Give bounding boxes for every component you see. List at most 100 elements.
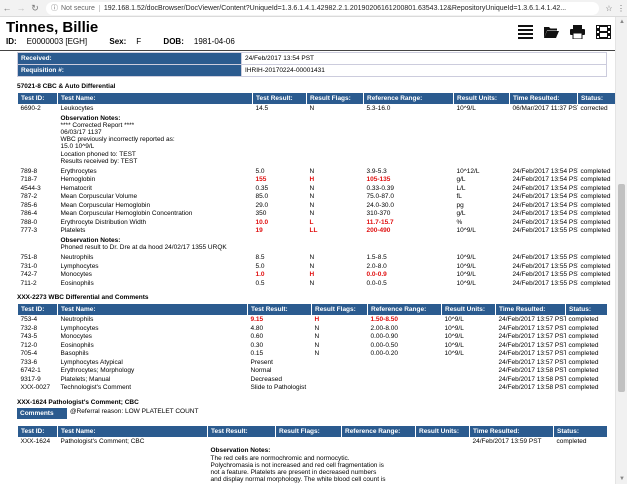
observation-notes-row: Observation Notes: The red cells are norm…	[18, 446, 608, 484]
table-row: 718-7 Hemoglobin 155 H 105-135 g/L 24/Feb/2017…	[18, 176, 618, 185]
cell-test-id: 777-3	[20, 227, 38, 235]
table-row: 788-0 Erythrocyte Distribution Width 10.0 L…	[18, 219, 618, 228]
cell-status: completed	[580, 262, 611, 270]
cell-range: 11.7-15.7	[366, 218, 394, 226]
vertical-scrollbar[interactable]: ▲ ▼	[615, 17, 627, 484]
section-title-wbc: XXX-2273 WBC Differential and Comments	[17, 294, 149, 302]
cell-range: 0.00-0.50	[370, 341, 398, 349]
cell-range: 24.0-30.0	[366, 201, 394, 209]
table-row: 4544-3 Hematocrit 0.35 N 0.33-0.39 L/L 24/Feb/…	[18, 185, 618, 194]
cell-flag	[276, 437, 342, 446]
cell-status: completed	[580, 167, 611, 175]
cell-test-id: XXX-0027	[20, 384, 51, 392]
col-range: Reference Range:	[363, 92, 454, 105]
cell-test-name: Monocytes	[60, 271, 92, 279]
back-icon[interactable]: ←	[0, 0, 14, 17]
cell-status: completed	[580, 218, 611, 226]
cell-units: 10^9/L	[456, 262, 476, 270]
cell-result: 19	[255, 227, 263, 235]
cell-range: 0.33-0.39	[366, 184, 394, 192]
cell-units	[442, 376, 496, 385]
cell-time-resulted: 24/Feb/2017 13:54 PST	[512, 210, 578, 218]
cell-time-resulted: 24/Feb/2017 13:58 PST	[498, 384, 566, 392]
reload-icon[interactable]: ↻	[28, 0, 42, 17]
folder-icon[interactable]	[544, 25, 559, 39]
cell-time-resulted: 24/Feb/2017 13:59 PST	[472, 437, 542, 445]
cell-range: 2.00-8.00	[370, 324, 398, 332]
film-icon[interactable]	[596, 25, 611, 39]
cell-time-resulted: 24/Feb/2017 13:54 PST	[512, 201, 578, 209]
cell-status: completed	[568, 341, 599, 349]
address-bar[interactable]: ⓘ Not secure 192.168.1.52/docBrowser/Doc…	[46, 1, 599, 15]
cell-range	[368, 359, 442, 368]
scroll-up-icon[interactable]: ▲	[616, 17, 627, 27]
table-row: 753-4 Neutrophils 9.15 H 1.50-8.50 10^9/L 24/F…	[18, 316, 608, 325]
table-row: 711-2 Eosinophils 0.5 N 0.0-0.5 10^9/L 24/Feb/…	[18, 280, 618, 289]
sex-value: F	[136, 37, 142, 46]
forward-icon[interactable]: →	[14, 0, 28, 17]
cell-time-resulted: 24/Feb/2017 13:54 PST	[512, 176, 578, 184]
print-icon[interactable]	[570, 25, 585, 39]
table-row: 787-2 Mean Corpuscular Volume 85.0 N 75.0-87…	[18, 193, 618, 202]
cell-test-name: Mean Corpuscular Volume	[60, 193, 138, 201]
col-flags: Result Flags:	[275, 424, 342, 438]
cell-flag: N	[309, 193, 315, 201]
cell-result: 0.15	[250, 350, 264, 358]
cell-time-resulted: 24/Feb/2017 13:58 PST	[498, 367, 566, 375]
cell-test-id: 6742-1	[20, 367, 41, 375]
comments-value: @Referral reason: LOW PLATELET COUNT	[70, 407, 199, 415]
cell-status: completed	[580, 210, 611, 218]
table-row: 705-4 Basophils 0.15 N 0.00-0.20 10^9/L 24/Feb…	[18, 350, 608, 359]
list-icon[interactable]	[518, 25, 533, 39]
url-text[interactable]: 192.168.1.52/docBrowser/DocViewer/Conten…	[104, 5, 566, 12]
cell-status: completed	[568, 324, 599, 332]
results-table-pathologist: Test ID: Test Name: Test Result: Result …	[17, 424, 608, 484]
scroll-down-icon[interactable]: ▼	[616, 474, 627, 484]
cell-status: completed	[580, 279, 611, 287]
col-flags: Result Flags:	[311, 303, 368, 317]
patient-name: Tinnes, Billie	[6, 19, 99, 36]
table-header: Test ID: Test Name: Test Result: Result …	[17, 92, 618, 105]
cell-range	[342, 437, 416, 446]
observation-notes: Observation Notes: **** Corrected Report …	[60, 114, 175, 165]
cell-flag: N	[309, 105, 315, 112]
cell-test-id: 9317-9	[20, 375, 41, 383]
bookmark-star-icon[interactable]: ☆	[603, 4, 615, 13]
cell-result: 1.0	[255, 271, 265, 279]
cell-range: 0.00-0.20	[370, 350, 398, 358]
cell-flag: L	[309, 218, 314, 226]
cell-test-name: Neutrophils	[60, 316, 94, 324]
cell-test-name: Mean Corpuscular Hemoglobin Concentratio…	[60, 210, 193, 218]
col-status: Status:	[565, 303, 608, 317]
table-row: 743-5 Monocytes 0.60 N 0.00-0.90 10^9/L 24/Feb…	[18, 333, 608, 342]
cell-test-name: Erythrocytes	[60, 167, 97, 175]
cell-units: %	[456, 218, 463, 226]
cell-time-resulted: 24/Feb/2017 13:57 PST	[498, 316, 566, 324]
cell-status: completed	[580, 184, 611, 192]
table-row: 785-6 Mean Corpuscular Hemoglobin 29.0 N 24.…	[18, 202, 618, 211]
cell-test-id: 743-5	[20, 333, 38, 341]
cell-units: 10^9/L	[456, 105, 476, 112]
cell-test-id: 751-8	[20, 254, 38, 262]
browser-menu-icon[interactable]: ⋮	[615, 4, 627, 13]
cell-time-resulted: 24/Feb/2017 13:58 PST	[498, 375, 566, 383]
patient-ids: ID: E0000003 [EGH] Sex: F DOB: 1981-04-06	[6, 37, 255, 46]
cell-time-resulted: 24/Feb/2017 13:55 PST	[512, 262, 578, 270]
cell-units: 10^9/L	[444, 341, 464, 349]
dob-value: 1981-04-06	[193, 37, 235, 46]
cell-flag: N	[314, 341, 320, 349]
cell-test-id: 733-6	[20, 358, 38, 366]
table-row: XXX-0027 Technologist's Comment Slide to P…	[18, 384, 608, 393]
table-row: 6742-1 Erythrocytes; Morphology Normal 24/F…	[18, 367, 608, 376]
cell-flag	[312, 384, 368, 393]
cell-test-id: 788-0	[20, 218, 38, 226]
table-row: 789-8 Erythrocytes 5.0 N 3.9-5.3 10^12/L 24/Fe…	[18, 168, 618, 177]
results-table-wbc: Test ID: Test Name: Test Result: Result …	[17, 303, 608, 393]
info-icon[interactable]: ⓘ	[51, 3, 58, 13]
cell-time-resulted: 24/Feb/2017 13:57 PST	[498, 333, 566, 341]
cell-test-name: Leukocytes	[60, 105, 94, 112]
cell-units: 10^9/L	[444, 324, 464, 332]
scrollbar-thumb[interactable]	[618, 184, 625, 392]
cell-range: 200-490	[366, 227, 391, 235]
cell-range	[368, 384, 442, 393]
